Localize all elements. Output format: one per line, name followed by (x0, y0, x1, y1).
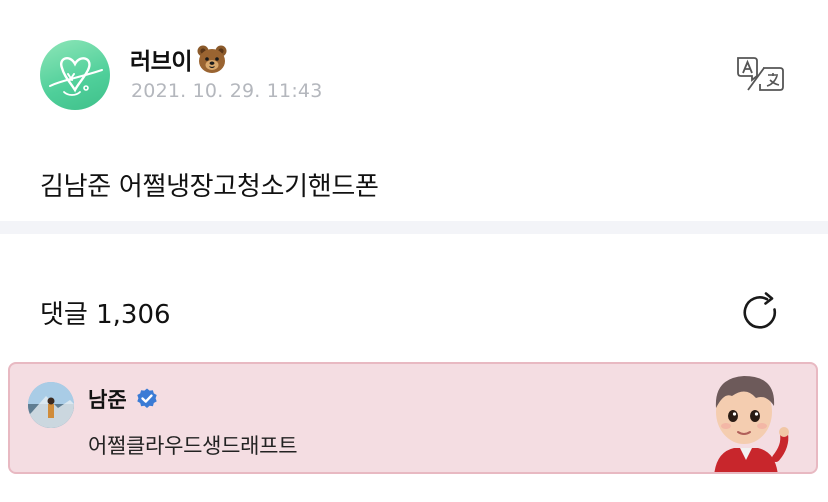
post-date: 2021. 10. 29. 11:43 (131, 80, 323, 102)
character-figure (714, 376, 789, 472)
bear-face-icon (197, 45, 227, 73)
comment-author-name[interactable]: 남준 (88, 384, 127, 414)
refresh-button[interactable] (738, 290, 782, 334)
photo-avatar (28, 382, 74, 428)
author-avatar[interactable] (40, 40, 110, 110)
comment-author-row: 남준 (88, 384, 159, 414)
post-body: 김남준 어쩔냉장고청소기핸드폰 (40, 172, 379, 202)
author-name[interactable]: 러브이 (130, 42, 192, 76)
comment-label: 댓글 (40, 300, 88, 330)
pinned-artist-comment[interactable]: 남준 어쩔클라우드생드래프트 (8, 362, 818, 474)
comment-text: 어쩔클라우드생드래프트 (88, 434, 298, 458)
comment-count-header: 댓글 1,306 (40, 294, 171, 331)
heart-doodle-icon (49, 57, 103, 96)
character-sticker (696, 368, 796, 472)
translate-icon (737, 57, 784, 91)
comment-author-avatar[interactable] (28, 382, 74, 428)
comment-count: 1,306 (96, 300, 171, 330)
refresh-icon (743, 292, 777, 329)
verified-badge-icon (136, 388, 157, 408)
post-header: 러브이 2021. 10. 29. 11:43 (40, 40, 800, 110)
author-row: 러브이 (130, 42, 228, 76)
translate-button[interactable] (734, 54, 786, 94)
section-divider (0, 221, 828, 234)
